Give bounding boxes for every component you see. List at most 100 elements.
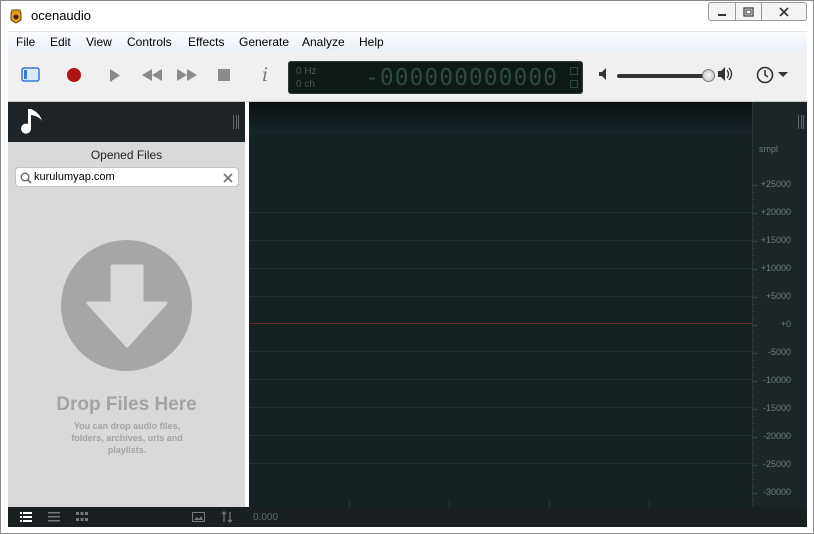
close-button[interactable]	[761, 2, 807, 21]
menu-controls[interactable]: Controls	[127, 35, 172, 49]
ruler-tick	[753, 353, 757, 354]
ruler-minor-tick	[753, 388, 755, 389]
ruler-tick	[753, 297, 757, 298]
fast-forward-button[interactable]	[176, 66, 198, 84]
ruler-minor-tick	[753, 199, 755, 200]
display-indicator-bottom	[570, 80, 578, 88]
status-bar: 0.000	[8, 507, 807, 527]
sort-icon[interactable]	[221, 511, 233, 523]
ruler-label: +15000	[760, 235, 791, 245]
ruler-minor-tick	[753, 416, 755, 417]
menu-file[interactable]: File	[16, 35, 35, 49]
sidebar-resize-handle[interactable]	[233, 115, 239, 129]
time-display: 0 Hz 0 ch -000000000000	[288, 61, 583, 94]
volume-high-icon	[718, 67, 733, 81]
display-hz: 0 Hz	[296, 66, 317, 77]
ruler-tick	[753, 465, 757, 466]
ruler-minor-tick	[753, 360, 755, 361]
waveform-gridline	[249, 463, 752, 464]
ruler-label: -25000	[762, 459, 791, 469]
ruler-minor-tick	[753, 192, 755, 193]
search-icon	[20, 172, 32, 184]
ruler-minor-tick	[753, 430, 755, 431]
window-controls	[708, 2, 807, 22]
image-icon[interactable]	[192, 512, 205, 522]
record-icon	[67, 68, 81, 82]
waveform-gridline	[249, 296, 752, 297]
play-button[interactable]	[107, 66, 123, 84]
ruler-minor-tick	[753, 500, 755, 501]
ruler-minor-tick	[753, 276, 755, 277]
waveform-gridline	[249, 407, 752, 408]
ruler-minor-tick	[753, 479, 755, 480]
ruler-minor-tick	[753, 423, 755, 424]
sidebar-toggle-button[interactable]	[21, 66, 41, 84]
clear-search-icon[interactable]	[223, 173, 233, 183]
title-bar: ocenaudio	[1, 1, 813, 31]
ruler-minor-tick	[753, 318, 755, 319]
ruler-minor-tick	[753, 283, 755, 284]
search-input[interactable]: kurulumyap.com	[34, 171, 115, 183]
opened-files-sidebar: Opened Files kurulumyap.com Drop Files H…	[8, 102, 245, 507]
clock-icon	[756, 66, 774, 84]
ruler-tick	[753, 437, 757, 438]
waveform-view[interactable]	[249, 102, 752, 507]
ruler-minor-tick	[753, 458, 755, 459]
ruler-minor-tick	[753, 290, 755, 291]
minimize-button[interactable]	[708, 2, 736, 21]
menu-edit[interactable]: Edit	[50, 35, 71, 49]
ruler-minor-tick	[753, 339, 755, 340]
list-view-icon[interactable]	[20, 512, 32, 522]
minimize-icon	[718, 13, 726, 16]
maximize-button[interactable]	[735, 2, 762, 21]
menu-bar: File Edit View Controls Effects Generate…	[8, 31, 807, 52]
menu-view[interactable]: View	[86, 35, 112, 49]
rewind-button[interactable]	[141, 66, 163, 84]
ruler-minor-tick	[753, 395, 755, 396]
ruler-label: -5000	[767, 347, 791, 357]
ruler-label: -30000	[762, 487, 791, 497]
drop-files-title: Drop Files Here	[56, 394, 197, 415]
menu-analyze[interactable]: Analyze	[302, 35, 345, 49]
ruler-label: -15000	[762, 403, 791, 413]
ruler-resize-handle[interactable]	[798, 115, 804, 129]
waveform-gridline	[249, 435, 752, 436]
menu-generate[interactable]: Generate	[239, 35, 289, 49]
music-note-icon	[21, 109, 42, 134]
menu-help[interactable]: Help	[359, 35, 384, 49]
ruler-minor-tick	[753, 367, 755, 368]
stop-icon	[218, 69, 230, 81]
ruler-label: +10000	[760, 263, 791, 273]
menu-effects[interactable]: Effects	[188, 35, 224, 49]
ruler-minor-tick	[753, 262, 755, 263]
volume-slider[interactable]	[617, 74, 709, 78]
ruler-tick	[753, 213, 757, 214]
fast-forward-icon	[177, 69, 197, 81]
close-icon	[779, 6, 789, 17]
rewind-icon	[142, 69, 162, 81]
record-button[interactable]	[65, 66, 83, 84]
ruler-minor-tick	[753, 402, 755, 403]
display-channels: 0 ch	[296, 79, 315, 90]
info-button[interactable]: i	[258, 64, 272, 86]
history-button[interactable]	[755, 65, 789, 85]
ruler-minor-tick	[753, 227, 755, 228]
ruler-minor-tick	[753, 255, 755, 256]
grid-view-icon[interactable]	[76, 512, 88, 522]
ruler-minor-tick	[753, 206, 755, 207]
volume-slider-knob[interactable]	[702, 69, 715, 82]
restore-icon	[743, 6, 754, 17]
ruler-label: +25000	[760, 179, 791, 189]
compact-list-icon[interactable]	[48, 512, 60, 522]
ruler-minor-tick	[753, 374, 755, 375]
ruler-minor-tick	[753, 444, 755, 445]
window-title: ocenaudio	[31, 8, 91, 23]
waveform-gridline	[249, 268, 752, 269]
stop-button[interactable]	[216, 66, 232, 84]
search-field[interactable]: kurulumyap.com	[15, 167, 239, 187]
ruler-label: +5000	[765, 291, 791, 301]
ruler-minor-tick	[753, 234, 755, 235]
drop-files-description: You can drop audio files, folders, archi…	[71, 421, 183, 455]
waveform-gridline	[249, 379, 752, 380]
waveform-gridline	[249, 240, 752, 241]
